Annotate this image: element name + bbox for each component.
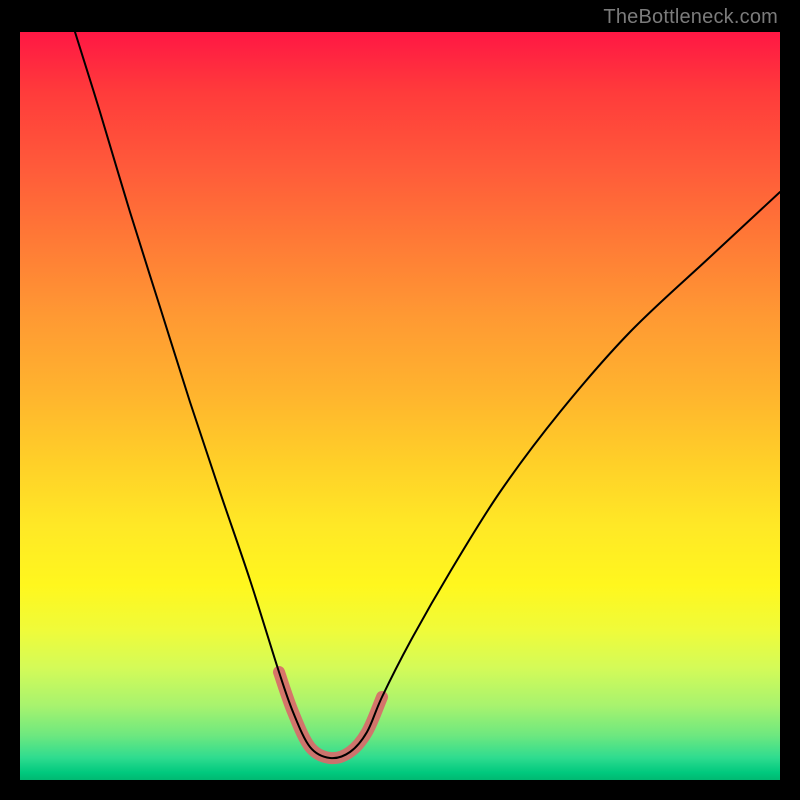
plot-area (20, 32, 780, 780)
v-curve (75, 32, 780, 758)
curve-layer (20, 32, 780, 780)
watermark-text: TheBottleneck.com (603, 6, 778, 29)
chart-frame: TheBottleneck.com (0, 0, 800, 800)
